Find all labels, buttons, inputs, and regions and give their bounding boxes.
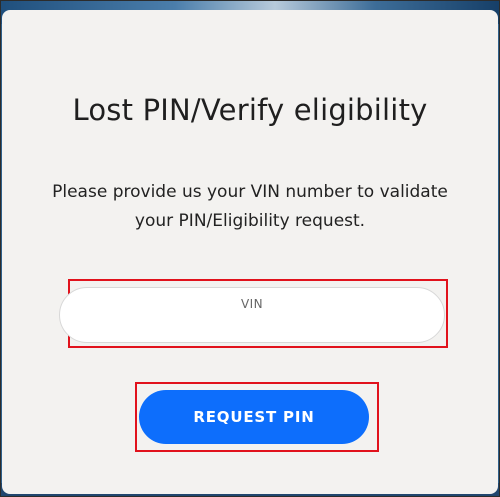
vin-label: VIN	[241, 297, 263, 311]
request-pin-button[interactable]: REQUEST PIN	[139, 390, 369, 444]
dialog-title: Lost PIN/Verify eligibility	[72, 93, 428, 127]
lost-pin-dialog: Lost PIN/Verify eligibility Please provi…	[2, 10, 498, 494]
dialog-description: Please provide us your VIN number to val…	[52, 182, 448, 231]
vin-input[interactable]: VIN	[59, 287, 445, 343]
